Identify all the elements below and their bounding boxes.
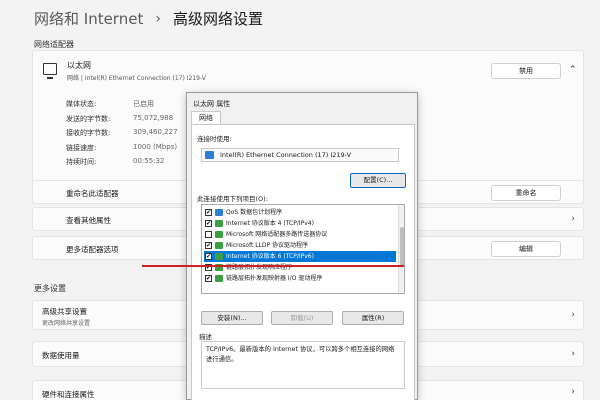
checkbox[interactable] — [205, 231, 212, 238]
detail-key: 媒体状态: — [66, 100, 97, 108]
detail-value: 1000 (Mbps) — [133, 142, 178, 151]
properties-button[interactable]: 属性(R) — [342, 311, 404, 325]
items-label: 此连接使用下列项目(O): — [197, 195, 268, 203]
detail-value: 00:55:32 — [133, 157, 165, 165]
detail-row: 持续时间: 00:55:32 — [66, 157, 178, 172]
chevron-right-icon: › — [571, 214, 575, 224]
components-list[interactable]: ✔ QoS 数据包计划程序 ✔ Internet 协议版本 4 (TCP/IPv… — [201, 204, 405, 294]
detail-value: 75,072,988 — [133, 113, 174, 122]
edit-button[interactable]: 编辑 — [491, 241, 561, 257]
breadcrumb-parent[interactable]: 网络和 Internet — [34, 8, 143, 29]
detail-row: 链接速度: 1000 (Mbps) — [66, 143, 178, 158]
chevron-right-icon: › — [571, 310, 575, 320]
component-icon — [215, 209, 223, 216]
annotation-line — [142, 265, 404, 267]
component-icon — [215, 242, 223, 249]
adapter-field: Intel(R) Ethernet Connection (17) I219-V — [201, 148, 399, 162]
list-item[interactable]: ✔ Internet 协议版本 4 (TCP/IPv4) — [204, 218, 396, 229]
list-item[interactable]: ✔ QoS 数据包计划程序 — [204, 207, 396, 218]
list-item-label: Internet 协议版本 4 (TCP/IPv4) — [226, 220, 314, 227]
tab-network[interactable]: 网络 — [191, 111, 221, 125]
checkbox[interactable]: ✔ — [205, 220, 212, 227]
ethernet-properties-dialog: 以太网 属性 网络 连接时使用: Intel(R) Ethernet Conne… — [186, 92, 418, 400]
component-icon — [215, 275, 223, 282]
detail-key: 链接速度: — [66, 143, 97, 152]
detail-row: 接收的字节数: 309,460,227 — [66, 128, 178, 143]
list-scrollbar[interactable] — [398, 205, 404, 293]
list-item[interactable]: ✔ 链路层拓扑发现映射器 I/O 驱动程序 — [204, 273, 396, 284]
adapter-field-text: Intel(R) Ethernet Connection (17) I219-V — [220, 151, 352, 159]
scroll-thumb[interactable] — [400, 227, 404, 267]
list-item-label: QoS 数据包计划程序 — [226, 209, 283, 216]
list-item[interactable]: ✔ 链路层拓扑发现响应程序 — [204, 262, 396, 273]
list-item[interactable]: ✔ Microsoft LLDP 协议驱动程序 — [204, 240, 396, 251]
more-adapter-options-label: 更多适配器选项 — [66, 245, 119, 254]
connect-using-label: 连接时使用: — [197, 135, 232, 143]
uninstall-button[interactable]: 卸载(U) — [271, 311, 333, 325]
breadcrumb: 网络和 Internet › 高级网络设置 — [34, 8, 263, 29]
rename-adapter-label: 重命名此适配器 — [66, 189, 119, 198]
component-icon — [215, 253, 223, 260]
breadcrumb-separator: › — [155, 10, 161, 27]
network-adapters-heading: 网络适配器 — [34, 40, 74, 49]
page-title: 高级网络设置 — [172, 10, 263, 28]
checkbox[interactable]: ✔ — [205, 242, 212, 249]
chevron-right-icon: › — [571, 387, 575, 397]
list-item-label: 链路层拓扑发现响应程序 — [226, 264, 293, 271]
disable-button[interactable]: 禁用 — [491, 63, 561, 79]
advanced-sharing-sub: 更改网络共享设置 — [42, 320, 91, 327]
detail-row: 媒体状态: 已启用 — [66, 99, 178, 114]
description-box: TCP/IPv6。最新版本的 Internet 协议，可以跨多个相互连接的网络进… — [201, 341, 405, 389]
view-properties-label: 查看其他属性 — [66, 216, 111, 225]
chevron-right-icon: › — [571, 349, 575, 359]
component-icon — [215, 220, 223, 227]
monitor-icon — [43, 63, 57, 79]
detail-key: 持续时间: — [66, 158, 97, 166]
adapter-header[interactable]: 以太网 网络 | Intel(R) Ethernet Connection (1… — [33, 51, 583, 93]
detail-key: 发送的字节数: — [66, 114, 111, 123]
list-item-label: Microsoft LLDP 协议驱动程序 — [226, 242, 309, 249]
detail-key: 接收的字节数: — [66, 129, 111, 137]
data-usage-label: 数据使用量 — [42, 351, 80, 360]
detail-value: 309,460,227 — [133, 128, 178, 136]
component-icon — [215, 231, 223, 238]
description-label: 描述 — [199, 333, 212, 341]
adapter-details: 媒体状态: 已启用 发送的字节数: 75,072,988 接收的字节数: 309,46… — [66, 99, 178, 172]
list-item-label: Internet 协议版本 6 (TCP/IPv6) — [226, 253, 314, 260]
checkbox[interactable]: ✔ — [205, 253, 212, 260]
detail-value: 已启用 — [133, 100, 154, 108]
more-settings-heading: 更多设置 — [34, 284, 66, 293]
adapter-description: 网络 | Intel(R) Ethernet Connection (17) I… — [67, 75, 206, 82]
dialog-title: 以太网 属性 — [193, 100, 231, 108]
chevron-up-icon[interactable]: ⌃ — [569, 65, 577, 75]
list-item-label: Microsoft 网络适配器多路传送器协议 — [226, 231, 328, 238]
list-item[interactable]: ✔ Internet 协议版本 6 (TCP/IPv6) — [204, 251, 396, 262]
network-adapter-icon — [205, 151, 214, 159]
install-button[interactable]: 安装(N)... — [201, 311, 263, 325]
list-item[interactable]: Microsoft 网络适配器多路传送器协议 — [204, 229, 396, 240]
rename-button[interactable]: 重命名 — [491, 185, 561, 201]
hardware-properties-label: 硬件和连接属性 — [42, 390, 95, 399]
list-item-label: 链路层拓扑发现映射器 I/O 驱动程序 — [226, 275, 323, 282]
configure-button[interactable]: 配置(C)... — [350, 173, 406, 188]
detail-row: 发送的字节数: 75,072,988 — [66, 114, 178, 129]
checkbox[interactable]: ✔ — [205, 209, 212, 216]
advanced-sharing-label: 高级共享设置 — [42, 307, 87, 316]
checkbox[interactable]: ✔ — [205, 275, 212, 282]
adapter-name: 以太网 — [67, 61, 91, 70]
